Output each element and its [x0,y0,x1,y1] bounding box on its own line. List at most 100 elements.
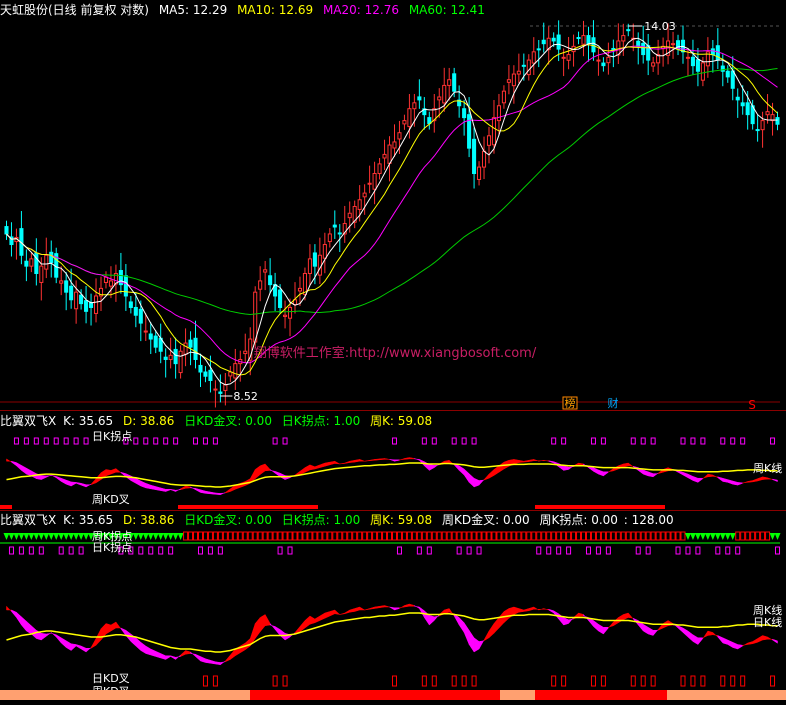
candle-body [39,265,44,283]
ind2-kd-ribbon [717,635,724,644]
ind2-up-signal [297,531,303,541]
candle-body [108,280,113,287]
ind2-up-signal [620,531,626,541]
ind2-kd-ribbon [150,648,156,657]
ind2-red-tick [212,675,218,687]
ind2-kd-ribbon [568,616,574,625]
ind2-turn-marker [605,546,611,555]
ind1-turn-marker [23,437,29,445]
low-label: 8.52 [233,390,258,403]
candle-body [601,62,606,67]
candle-body [59,280,64,284]
ma10-line [6,44,778,376]
candle-body [253,291,258,343]
ind1-turn-marker [391,437,397,445]
ind2-up-signal [590,531,596,541]
ind2-red-tick [640,675,646,687]
ind2-red-tick [680,675,686,687]
candle-body [566,54,571,61]
ind2-up-signal [193,531,199,541]
ind1-kd-ribbon [737,482,743,486]
ind2-red-tick [551,675,557,687]
ind2-up-signal [615,531,621,541]
ind2-kd-ribbon [75,644,82,650]
ind1-turn-marker [421,437,427,445]
ind1-kd-ribbon [399,458,405,461]
ind2-kd-ribbon [170,655,176,660]
ind2-up-signal [252,531,258,541]
ind2-kd-ribbon [254,616,261,640]
ind2-up-signal [262,531,268,541]
ind2-kd-ribbon [11,609,17,619]
ind1-kd-ribbon [110,468,117,475]
candle-body [621,35,626,42]
ind1-kd-ribbon [344,460,350,464]
ind2-up-signal [188,531,194,541]
cai-badge: 财 [608,396,619,410]
ind1-kd-ribbon [523,459,530,463]
ind2-turn-marker [8,546,14,555]
ind2-up-signal [521,531,527,541]
ind1-kd-ribbon [85,483,92,488]
ind2-up-signal [571,531,577,541]
ind2-up-signal [237,531,243,541]
ind2-turn-marker [396,546,402,555]
ind2-wk-turn: 周K拐点: 0.00 [539,513,618,527]
ind1-turn-marker [600,437,606,445]
ind2-down-arrow [152,533,159,540]
candle-body [188,339,193,348]
ind2-down-arrow [73,533,80,540]
ind2-wk: 周K: 59.08 [370,513,433,527]
ind2-up-signal [436,531,442,541]
candle-body [392,141,397,149]
candle-body [730,70,735,89]
ind1-turn-marker [173,437,179,445]
candle-body [377,163,382,175]
ind2-kd-ribbon [443,608,450,615]
ind2-kd-ribbon [772,638,778,644]
main-header: 天虹股份(日线 前复权 对数) MA5: 12.29 MA10: 12.69 M… [0,2,491,18]
candle-body [103,276,109,283]
candle-body [24,260,29,267]
ind1-kd-ribbon [155,486,161,491]
ind2-up-signal [595,531,601,541]
candle-body [372,173,377,190]
ind2-turn-marker [168,546,174,555]
ind2-kd-ribbon [369,606,375,610]
candle-body [79,294,84,305]
ind2-up-signal [600,531,606,541]
ind2-up-signal [655,531,661,541]
ind2-up-signal [645,531,651,541]
ind2-wk-cross: 周KD金叉: 0.00 [441,513,530,527]
candle-body [203,371,208,377]
candle-body [775,117,780,125]
ind2-right2-label: 日K线 [753,615,782,629]
ind1-kd-ribbon [314,464,321,470]
candle-body [760,120,765,131]
candle-body [193,337,198,360]
ind2-turn-marker [28,546,34,555]
candle-body [725,70,730,78]
ind1-kd-ribbon [359,459,365,462]
ind2-up-signal [665,531,671,541]
ind2-up-signal [431,531,437,541]
ind1-kd-ribbon [324,461,331,467]
ind2-kd-ribbon [195,653,201,662]
ind2-down-arrow [172,533,179,540]
ind2-kd-ribbon [344,609,350,615]
divider-main [0,410,786,411]
ind1-kd-ribbon [274,470,281,478]
ind2-up-signal [441,531,447,541]
ind2-turn-marker [645,546,651,555]
ind2-down-arrow [162,533,169,540]
ind2-down-arrow [28,533,35,540]
ind2-kd-ribbon [767,636,773,641]
ind2-up-signal [377,531,383,541]
ind2-kd-ribbon [349,608,355,613]
ind2-down-arrow [3,533,10,540]
ind2-up-signal [516,531,522,541]
candle-body [606,56,611,64]
ind2-up-signal [536,531,542,541]
ind2-kd-ribbon [205,658,211,664]
ind2-kd-ribbon [115,621,122,630]
